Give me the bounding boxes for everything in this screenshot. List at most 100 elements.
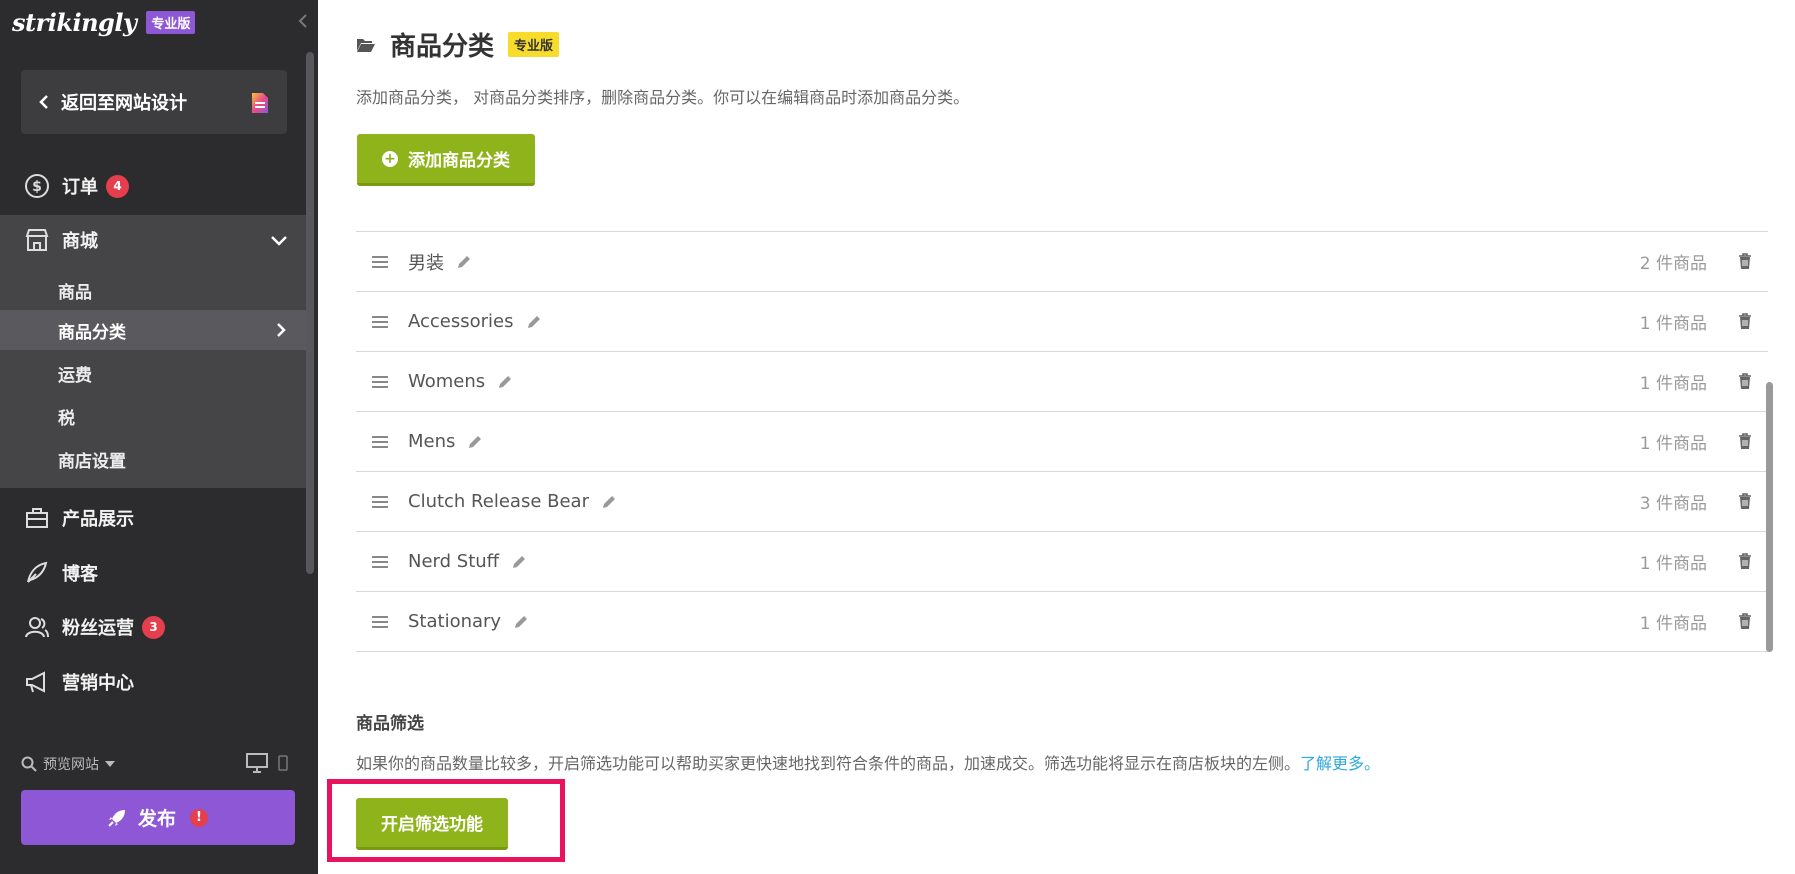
sidebar-scrollbar[interactable] [306,52,314,574]
megaphone-icon [26,671,45,693]
sidebar-item-blog[interactable]: 博客 [0,549,310,597]
trash-icon[interactable] [1738,313,1752,330]
drag-handle-icon[interactable] [372,255,388,269]
blog-label: 博客 [62,564,98,585]
sidebar-subitem-store-settings[interactable]: 商店设置 [0,439,310,479]
trash-icon[interactable] [1738,373,1752,390]
sidebar-item-fans[interactable]: 粉丝运营 3 [0,603,310,651]
pencil-icon[interactable] [467,434,483,450]
publish-label: 发布 [137,808,176,830]
pencil-icon[interactable] [497,374,513,390]
add-category-button[interactable]: + 添加商品分类 [357,134,535,186]
orders-count-badge: 4 [106,174,129,198]
pencil-icon[interactable] [601,494,617,510]
chevron-right-icon [277,323,286,337]
pencil-icon[interactable] [456,254,472,270]
category-count: 1 件商品 [1639,434,1707,454]
category-name: Clutch Release Bear [408,491,589,512]
desktop-icon[interactable] [246,753,268,773]
drag-handle-icon[interactable] [372,615,388,629]
subitem-label: 商品 [58,282,92,303]
document-icon [252,93,268,113]
sidebar-subitem-shipping[interactable]: 运费 [0,353,310,393]
category-name: 男装 [408,252,444,274]
trash-icon[interactable] [1738,613,1752,630]
drag-handle-icon[interactable] [372,375,388,389]
category-count: 1 件商品 [1639,614,1707,634]
category-count: 1 件商品 [1639,374,1707,394]
briefcase-icon [26,508,48,528]
page-header: 商品分类 专业版 [356,26,560,63]
user-group-icon [25,617,49,638]
sidebar-item-shop[interactable]: 商城 [0,216,310,264]
publish-button[interactable]: 发布 ! [21,790,295,845]
category-row[interactable]: Mens 1 件商品 [356,412,1768,472]
sidebar-item-marketing[interactable]: 营销中心 [0,658,310,706]
sidebar-item-showcase[interactable]: 产品展示 [0,494,310,542]
drag-handle-icon[interactable] [372,495,388,509]
trash-icon[interactable] [1738,553,1752,570]
caret-down-icon [105,761,115,767]
category-count: 2 件商品 [1639,254,1707,274]
drag-handle-icon[interactable] [372,435,388,449]
svg-text:$: $ [32,179,42,195]
pencil-icon[interactable] [513,614,529,630]
drag-handle-icon[interactable] [372,315,388,329]
main-scrollbar[interactable] [1766,382,1773,652]
category-row[interactable]: Accessories 1 件商品 [356,292,1768,352]
orders-label: 订单 [62,177,98,198]
subitem-label: 运费 [58,365,92,386]
category-row[interactable]: Stationary 1 件商品 [356,592,1768,652]
collapse-sidebar-icon[interactable] [294,12,312,30]
plan-badge: 专业版 [146,11,196,34]
sidebar-subitem-tax[interactable]: 税 [0,396,310,436]
fans-label: 粉丝运营 [62,618,134,639]
filter-description: 如果你的商品数量比较多，开启筛选功能可以帮助买家更快速地找到符合条件的商品，加速… [356,750,1380,774]
dollar-circle-icon: $ [25,174,49,198]
pencil-icon[interactable] [526,314,542,330]
store-icon [25,229,49,251]
chevron-left-icon [39,95,48,109]
filter-description-text: 如果你的商品数量比较多，开启筛选功能可以帮助买家更快速地找到符合条件的商品，加速… [356,754,1301,773]
chevron-down-icon [271,236,287,246]
search-icon [21,756,37,772]
marketing-label: 营销中心 [62,673,134,694]
category-list: 男装 2 件商品 Accessories 1 件商品 Womens 1 件商品 … [356,231,1768,652]
learn-more-link[interactable]: 了解更多。 [1300,754,1380,773]
category-row[interactable]: 男装 2 件商品 [356,232,1768,292]
main-content: 商品分类 专业版 添加商品分类， 对商品分类排序，删除商品分类。你可以在编辑商品… [318,0,1795,874]
filter-section-title: 商品筛选 [356,714,424,734]
back-to-site-design-button[interactable]: 返回至网站设计 [21,70,287,134]
pencil-icon[interactable] [511,554,527,570]
trash-icon[interactable] [1738,253,1752,270]
subitem-label: 商品分类 [58,322,126,343]
category-name: Accessories [408,311,514,332]
category-row[interactable]: Womens 1 件商品 [356,352,1768,412]
mobile-icon[interactable] [278,755,288,771]
subitem-label: 税 [58,408,75,429]
drag-handle-icon[interactable] [372,555,388,569]
sidebar-subitem-products[interactable]: 商品 [0,270,310,310]
page-description: 添加商品分类， 对商品分类排序，删除商品分类。你可以在编辑商品时添加商品分类。 [356,88,970,107]
sidebar-subitem-categories[interactable]: 商品分类 [0,310,310,350]
pro-badge: 专业版 [508,32,560,57]
category-row[interactable]: Nerd Stuff 1 件商品 [356,532,1768,592]
preview-site-dropdown[interactable]: 预览网站 [21,754,122,774]
folder-open-icon [357,38,375,52]
enable-filter-button[interactable]: 开启筛选功能 [356,798,508,850]
category-name: Nerd Stuff [408,551,500,572]
trash-icon[interactable] [1738,433,1752,450]
brand: strikingly 专业版 [12,8,196,37]
trash-icon[interactable] [1738,493,1752,510]
strikingly-logo[interactable]: strikingly [12,8,137,37]
fans-count-badge: 3 [142,615,165,639]
add-category-label: 添加商品分类 [408,151,510,171]
subitem-label: 商店设置 [58,451,126,472]
category-count: 1 件商品 [1639,554,1707,574]
category-count: 3 件商品 [1639,494,1707,514]
sidebar-item-orders[interactable]: $ 订单 4 [0,162,310,210]
category-name: Mens [408,431,456,452]
category-row[interactable]: Clutch Release Bear 3 件商品 [356,472,1768,532]
category-count: 1 件商品 [1639,314,1707,334]
shop-label: 商城 [62,231,98,252]
